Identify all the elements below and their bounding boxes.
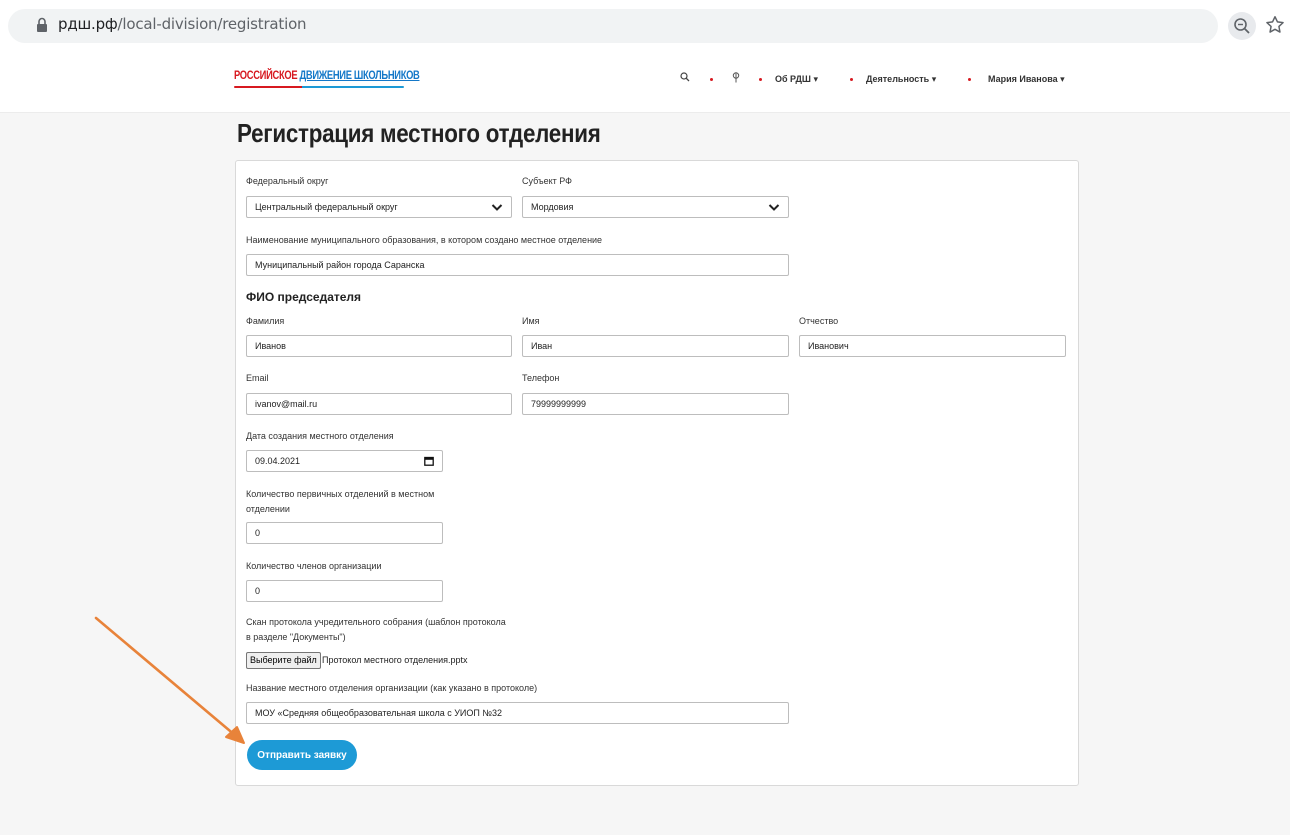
chevron-down-icon	[768, 204, 780, 211]
accessibility-icon[interactable]	[731, 72, 741, 83]
chair-section-heading: ФИО председателя	[246, 290, 362, 304]
nav-separator	[710, 78, 713, 81]
protocol-scan-label-line1: Скан протокола учредительного собрания (…	[246, 617, 506, 627]
primary-count-label-line2: отделении	[246, 504, 290, 514]
region-value: Мордовия	[531, 202, 574, 212]
last-name-label: Фамилия	[246, 316, 285, 326]
phone-label: Телефон	[522, 373, 560, 383]
org-name-input[interactable]: МОУ «Средняя общеобразовательная школа с…	[246, 702, 789, 724]
created-date-label: Дата создания местного отделения	[246, 431, 394, 441]
calendar-icon[interactable]	[424, 456, 434, 466]
nav-separator	[759, 78, 762, 81]
region-select[interactable]: Мордовия	[522, 196, 789, 218]
nav-user-menu[interactable]: Мария Иванова ▾	[988, 74, 1065, 85]
zoom-button[interactable]	[1228, 12, 1256, 40]
members-count-label: Количество членов организации	[246, 561, 382, 571]
nav-activity[interactable]: Деятельность ▾	[866, 74, 936, 85]
members-count-input[interactable]: 0	[246, 580, 443, 602]
choose-file-button[interactable]: Выберите файл	[246, 652, 321, 669]
bookmark-star-icon[interactable]	[1264, 14, 1286, 36]
site-logo[interactable]: РОССИЙСКОЕ ДВИЖЕНИЕ ШКОЛЬНИКОВ	[234, 68, 420, 82]
search-icon[interactable]	[680, 72, 690, 82]
created-date-input[interactable]: 09.04.2021	[246, 450, 443, 472]
primary-count-label-line1: Количество первичных отделений в местном	[246, 489, 435, 499]
url-path: /local-division/registration	[117, 15, 307, 33]
federal-district-value: Центральный федеральный округ	[255, 202, 398, 212]
email-label: Email	[246, 373, 269, 383]
middle-name-input[interactable]: Иванович	[799, 335, 1066, 357]
nav-about[interactable]: Об РДШ ▾	[775, 74, 818, 85]
phone-input[interactable]: 79999999999	[522, 393, 789, 415]
selected-file-name: Протокол местного отделения.pptx	[322, 655, 468, 665]
nav-separator	[968, 78, 971, 81]
federal-district-label: Федеральный округ	[246, 176, 329, 186]
federal-district-select[interactable]: Центральный федеральный округ	[246, 196, 512, 218]
protocol-scan-label-line2: в разделе "Документы")	[246, 632, 346, 642]
email-input[interactable]: ivanov@mail.ru	[246, 393, 512, 415]
logo-underline	[234, 86, 404, 88]
zoom-out-icon	[1234, 18, 1250, 34]
logo-text-part2: ДВИЖЕНИЕ ШКОЛЬНИКОВ	[299, 68, 420, 82]
site-header: РОССИЙСКОЕ ДВИЖЕНИЕ ШКОЛЬНИКОВ Об РДШ ▾ …	[0, 50, 1290, 113]
region-label: Субъект РФ	[522, 176, 572, 186]
lock-icon	[37, 17, 47, 32]
municipality-input[interactable]: Муниципальный район города Саранска	[246, 254, 789, 276]
first-name-label: Имя	[522, 316, 540, 326]
url-text[interactable]: рдш.рф/local-division/registration	[58, 15, 307, 33]
created-date-value: 09.04.2021	[255, 456, 301, 466]
middle-name-label: Отчество	[799, 316, 839, 326]
primary-count-input[interactable]: 0	[246, 522, 443, 544]
org-name-label: Название местного отделения организации …	[246, 683, 538, 693]
page-title: Регистрация местного отделения	[237, 118, 601, 148]
logo-text-part1: РОССИЙСКОЕ	[234, 68, 298, 82]
submit-application-button[interactable]: Отправить заявку	[247, 740, 357, 770]
url-host: рдш.рф	[58, 15, 118, 33]
browser-toolbar: рдш.рф/local-division/registration	[0, 0, 1290, 50]
nav-separator	[850, 78, 853, 81]
first-name-input[interactable]: Иван	[522, 335, 789, 357]
municipality-label: Наименование муниципального образования,…	[246, 235, 603, 245]
chevron-down-icon	[491, 204, 503, 211]
last-name-input[interactable]: Иванов	[246, 335, 512, 357]
